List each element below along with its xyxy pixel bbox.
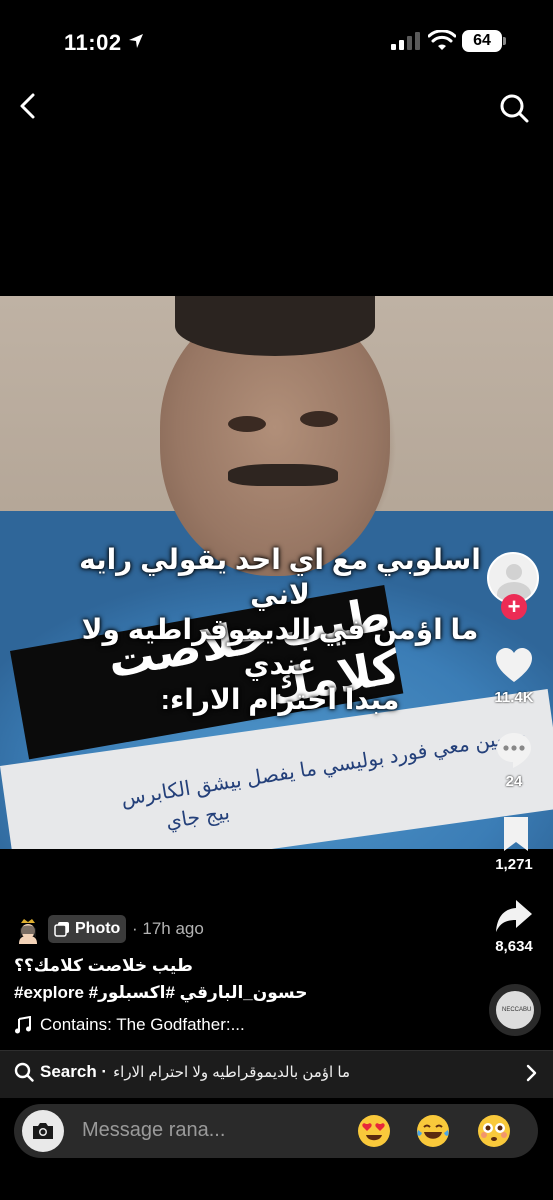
- avatar-head: [506, 564, 522, 580]
- hair: [175, 296, 375, 356]
- share-arrow-icon[interactable]: [494, 896, 534, 936]
- photo-stack-icon: [54, 922, 69, 937]
- overlay-caption: اسلوبي مع اي احد يقولي رايه لاني ما اؤمن…: [70, 542, 490, 717]
- shares-count: 8,634: [495, 938, 533, 955]
- flushed-emoji-icon[interactable]: [477, 1114, 511, 1148]
- bookmark-icon[interactable]: [496, 814, 536, 854]
- search-icon[interactable]: [498, 92, 530, 124]
- battery-tip: [503, 37, 506, 45]
- home-indicator-area: [0, 1186, 553, 1200]
- search-row[interactable]: Search · ما اؤمن بالديموقراطيه ولا احترا…: [14, 1062, 350, 1082]
- chevron-left-icon[interactable]: [14, 92, 42, 120]
- comments-count: 24: [505, 773, 523, 790]
- music-row[interactable]: Contains: The Godfather:...: [14, 1015, 245, 1035]
- music-disc[interactable]: NECCABU: [489, 984, 541, 1036]
- mustache: [228, 464, 338, 486]
- battery-icon: 64: [462, 30, 502, 52]
- music-note-icon: [15, 1016, 31, 1034]
- heart-icon[interactable]: [494, 646, 534, 686]
- status-time: 11:02: [64, 30, 122, 55]
- location-arrow-icon: [129, 34, 143, 48]
- cellular-signal-icon: [391, 32, 420, 50]
- camera-button[interactable]: [22, 1110, 64, 1152]
- wifi-icon: [428, 30, 456, 50]
- post-hashtags[interactable]: #explore #حسون_البارقي #اكسبلور: [14, 983, 307, 1003]
- tears-of-joy-emoji-icon[interactable]: [416, 1114, 450, 1148]
- photo-badge: Photo: [48, 915, 126, 943]
- search-label: Search ·: [40, 1062, 108, 1081]
- camera-icon: [33, 1123, 53, 1139]
- message-input[interactable]: Message rana...: [82, 1119, 225, 1142]
- search-small-icon: [14, 1062, 34, 1082]
- search-query: ما اؤمن بالديموقراطيه ولا احترام الاراء: [113, 1064, 350, 1081]
- music-label: Contains: The Godfather:...: [40, 1015, 245, 1034]
- overlay-line-3: مبدا احترام الاراء:: [160, 684, 400, 715]
- follow-button[interactable]: +: [501, 594, 527, 620]
- chevron-right-icon[interactable]: [521, 1062, 541, 1084]
- overlay-line-1: اسلوبي مع اي احد يقولي رايه لاني: [79, 544, 481, 610]
- heart-eyes-emoji-icon[interactable]: [357, 1114, 391, 1148]
- saves-count: 1,271: [495, 856, 533, 873]
- post-caption: طيب خلاصت كلامك؟؟: [14, 956, 193, 975]
- eye-left: [228, 416, 266, 432]
- photo-badge-label: Photo: [75, 920, 121, 937]
- comment-bubble-icon[interactable]: [494, 730, 534, 770]
- likes-count: 11.4K: [494, 689, 534, 706]
- music-disc-text: NECCABU: [502, 1007, 532, 1013]
- user-avatar-icon[interactable]: [14, 916, 42, 944]
- post-time: · 17h ago: [132, 919, 204, 938]
- eye-right: [300, 411, 338, 427]
- overlay-line-2: ما اؤمن في الديموقراطيه ولا عندي: [81, 614, 479, 680]
